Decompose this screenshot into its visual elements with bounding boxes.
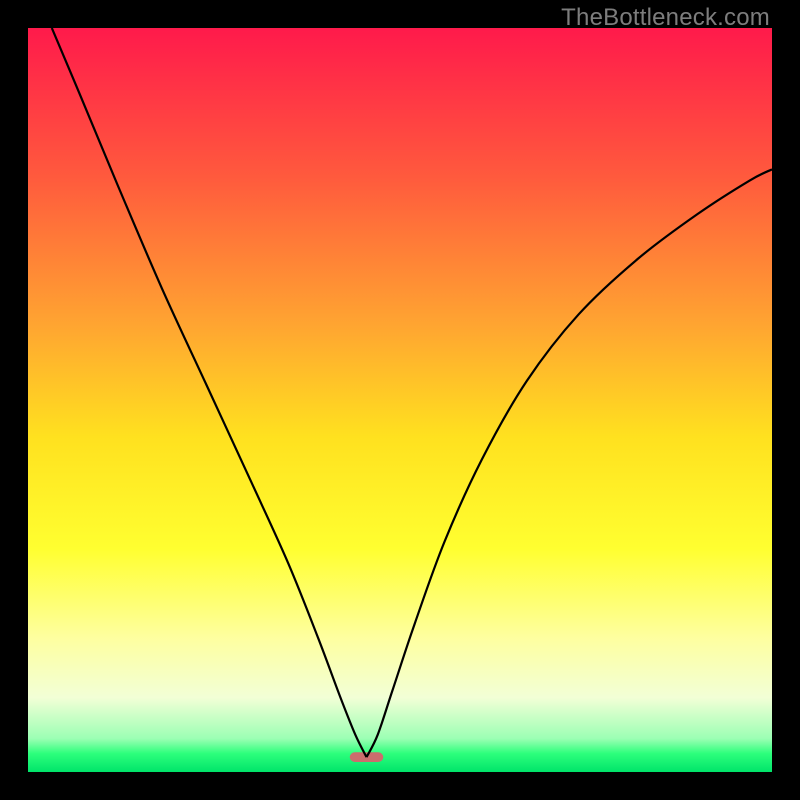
chart-svg bbox=[28, 28, 772, 772]
plot-area bbox=[28, 28, 772, 772]
watermark-text: TheBottleneck.com bbox=[561, 4, 770, 32]
gradient-rect bbox=[28, 28, 772, 772]
